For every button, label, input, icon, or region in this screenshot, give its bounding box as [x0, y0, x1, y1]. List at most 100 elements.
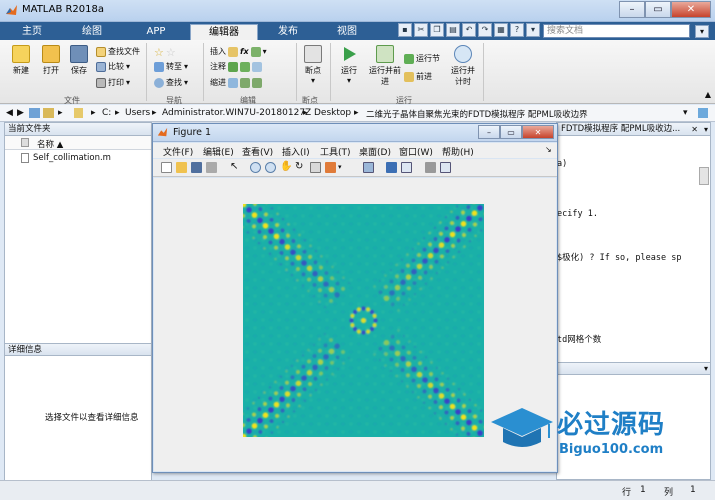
up-folder-icon[interactable]: [43, 108, 54, 118]
run-button[interactable]: 运行 ▾: [334, 45, 364, 85]
breakpoints-button[interactable]: 断点 ▾: [300, 45, 326, 85]
figure-minimize-button[interactable]: –: [478, 125, 500, 139]
show-plot-tools-icon[interactable]: [440, 162, 451, 173]
crumb-desktop[interactable]: Desktop: [314, 108, 351, 118]
forward-icon[interactable]: ▶: [17, 108, 24, 118]
advance-button[interactable]: 前进: [404, 71, 432, 82]
figure-dock-icon[interactable]: ↘: [545, 145, 552, 154]
indent-button[interactable]: 缩进: [210, 77, 262, 88]
figure-close-button[interactable]: ✕: [522, 125, 554, 139]
pan-icon[interactable]: ✋: [280, 162, 292, 173]
close-button[interactable]: ✕: [671, 1, 711, 18]
tab-home[interactable]: 主页: [6, 24, 58, 40]
print-button[interactable]: 打印 ▾: [96, 77, 130, 88]
insert-button[interactable]: 插入 fx ▾: [210, 46, 267, 57]
tab-apps[interactable]: APP: [126, 24, 186, 40]
rotate-icon[interactable]: ↻: [295, 162, 306, 173]
new-button[interactable]: 新建: [8, 45, 34, 76]
title-bar: MATLAB R2018a – ▭ ✕: [0, 0, 715, 22]
comment-button[interactable]: 注释: [210, 61, 262, 72]
link-plot-icon[interactable]: [363, 162, 374, 173]
run-time-icon: [454, 45, 472, 63]
save-quick-icon[interactable]: ▪: [398, 23, 412, 37]
cut-icon[interactable]: ✂: [414, 23, 428, 37]
tab-editor[interactable]: 编辑器: [190, 24, 258, 40]
brush-icon[interactable]: [325, 162, 336, 173]
menu-tools[interactable]: 工具(T): [320, 145, 351, 158]
run-section-button[interactable]: 运行节: [404, 53, 440, 64]
run-time-button[interactable]: 运行并计时: [448, 45, 478, 87]
crumb-users[interactable]: Users: [125, 108, 150, 118]
menu-insert[interactable]: 插入(I): [282, 145, 310, 158]
tab-publish[interactable]: 发布: [262, 24, 314, 40]
tab-plots[interactable]: 绘图: [62, 24, 122, 40]
crumb-user[interactable]: Administrator.WIN7U-20180127Z: [162, 108, 311, 118]
search-folder-icon[interactable]: [698, 108, 708, 118]
editor-menu-icon[interactable]: ▾: [704, 125, 708, 134]
run-section-icon: [404, 53, 414, 64]
collapse-ribbon-icon[interactable]: ▲: [705, 90, 711, 99]
run-advance-icon: [376, 45, 394, 63]
redo-icon[interactable]: ↷: [478, 23, 492, 37]
data-cursor-icon[interactable]: [310, 162, 321, 173]
crumb-drive[interactable]: C:: [102, 108, 111, 118]
figure-title: Figure 1: [173, 127, 212, 138]
menu-help[interactable]: 帮助(H): [442, 145, 474, 158]
undo-icon[interactable]: ↶: [462, 23, 476, 37]
run-icon: [344, 47, 356, 61]
editor-scrollbar[interactable]: [699, 167, 709, 185]
file-type-icon: [21, 138, 29, 147]
search-filter-icon[interactable]: ▾: [695, 25, 709, 38]
menu-window[interactable]: 窗口(W): [399, 145, 433, 158]
new-figure-icon[interactable]: [161, 162, 172, 173]
menu-desktop[interactable]: 桌面(D): [359, 145, 391, 158]
search-input[interactable]: 搜索文档: [543, 24, 690, 38]
comment-icon: [228, 61, 238, 72]
maximize-button[interactable]: ▭: [645, 1, 671, 18]
goto-icon: [154, 61, 164, 72]
legend-icon[interactable]: [401, 162, 412, 173]
bookmark-buttons[interactable]: ☆ ☆: [154, 46, 176, 59]
zoom-in-icon[interactable]: [250, 162, 261, 173]
zoom-out-icon[interactable]: [265, 162, 276, 173]
hide-plot-tools-icon[interactable]: [425, 162, 436, 173]
open-button[interactable]: 打开: [38, 45, 64, 76]
print-figure-icon[interactable]: [206, 162, 217, 173]
qat-menu-icon[interactable]: ▾: [526, 23, 540, 37]
back-icon[interactable]: ◀: [6, 108, 13, 118]
pointer-icon[interactable]: ↖: [230, 162, 241, 173]
find-button[interactable]: 查找 ▾: [154, 77, 188, 88]
brush-dropdown-icon[interactable]: ▾: [338, 162, 349, 173]
goto-button[interactable]: 转至 ▾: [154, 61, 188, 72]
minimize-button[interactable]: –: [619, 1, 645, 18]
column-header-name[interactable]: 名称 ▲: [37, 138, 63, 150]
help-icon[interactable]: ?: [510, 23, 524, 37]
open-file-icon[interactable]: [176, 162, 187, 173]
drive-icon: [74, 108, 83, 118]
save-icon: [70, 45, 88, 63]
paste-icon[interactable]: ▤: [446, 23, 460, 37]
details-title: 详细信息: [5, 343, 151, 356]
address-dropdown-icon[interactable]: ▾: [683, 108, 688, 118]
find-files-button[interactable]: 查找文件: [96, 46, 140, 57]
command-window-menu-icon[interactable]: ▾: [704, 364, 708, 373]
menu-file[interactable]: 文件(F): [163, 145, 193, 158]
save-button[interactable]: 保存: [66, 45, 92, 76]
switch-window-icon[interactable]: ▦: [494, 23, 508, 37]
colorbar-icon[interactable]: [386, 162, 397, 173]
run-advance-button[interactable]: 运行并前进: [368, 45, 402, 87]
figure-maximize-button[interactable]: ▭: [500, 125, 522, 139]
browse-folder-icon[interactable]: [29, 108, 40, 118]
list-item[interactable]: Self_collimation.m: [5, 150, 151, 165]
ribbon-tabs: 主页 绘图 APP 编辑器 发布 视图 ▪ ✂ ❐ ▤ ↶ ↷ ▦ ? ▾ 搜索…: [0, 22, 715, 40]
copy-icon[interactable]: ❐: [430, 23, 444, 37]
compare-button[interactable]: 比较 ▾: [96, 61, 130, 72]
editor-tab[interactable]: FDTD模拟程序 配PML吸收边...: [557, 123, 710, 136]
editor-close-icon[interactable]: ✕: [691, 125, 698, 134]
col-value: 1: [690, 485, 696, 495]
save-figure-icon[interactable]: [191, 162, 202, 173]
menu-edit[interactable]: 编辑(E): [203, 145, 234, 158]
crumb-folder[interactable]: 二维光子晶体自聚焦光束的FDTD模拟程序 配PML吸收边界: [366, 108, 588, 120]
menu-view[interactable]: 查看(V): [242, 145, 273, 158]
tab-view[interactable]: 视图: [318, 24, 376, 40]
